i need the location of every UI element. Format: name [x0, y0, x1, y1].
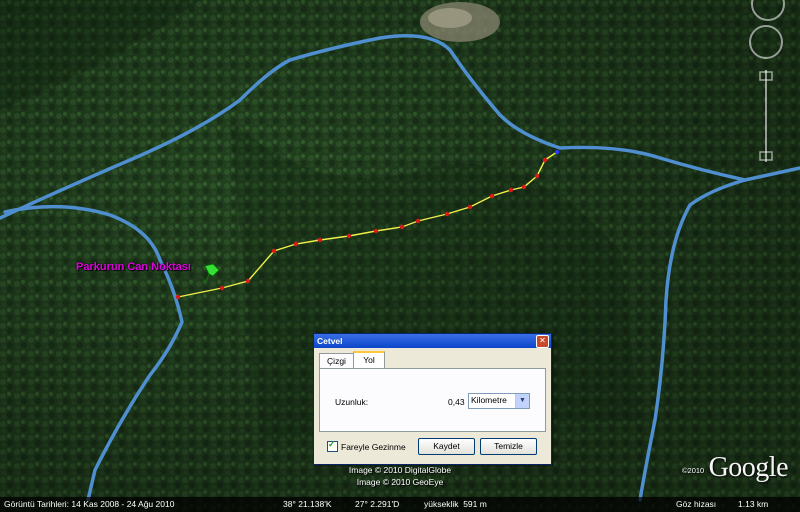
- unit-select-value: Kilometre: [471, 395, 507, 405]
- save-button[interactable]: Kaydet: [418, 438, 475, 455]
- path-waypoint: [508, 187, 514, 193]
- imagery-dates: Görüntü Tarihleri: 14 Kas 2008 - 24 Ağu …: [4, 499, 175, 509]
- path-endpoint: [554, 149, 560, 155]
- clear-button[interactable]: Temizle: [480, 438, 537, 455]
- path-waypoint: [542, 157, 548, 163]
- path-waypoint: [346, 233, 352, 239]
- path-waypoint: [271, 248, 277, 254]
- tab-line[interactable]: Çizgi: [319, 353, 354, 368]
- path-waypoint: [317, 237, 323, 243]
- eye-altitude-label: Göz hizası: [676, 499, 717, 509]
- length-value: 0,43: [448, 397, 465, 407]
- path-waypoint: [219, 285, 225, 291]
- path-waypoint: [467, 204, 473, 210]
- mouse-navigation-label[interactable]: Fareyle Gezinme: [341, 442, 406, 452]
- imagery-credit-2: Image © 2010 GeoEye: [356, 477, 444, 487]
- eye-altitude-value: 1.13 km: [738, 499, 769, 509]
- status-bar: Görüntü Tarihleri: 14 Kas 2008 - 24 Ağu …: [0, 497, 800, 512]
- path-waypoint: [175, 294, 181, 300]
- longitude: 27° 2.291'D: [355, 499, 400, 509]
- imagery-credit-1: Image © 2010 DigitalGlobe: [348, 465, 452, 475]
- path-waypoint: [415, 218, 421, 224]
- elevation: yükseklik 591 m: [424, 499, 487, 509]
- latitude: 38° 21.138'K: [283, 499, 332, 509]
- placemark-label[interactable]: Parkurun Can Noktası: [76, 261, 191, 273]
- dialog-title[interactable]: Cetvel: [314, 334, 551, 348]
- path-waypoint: [489, 193, 495, 199]
- path-waypoint: [245, 278, 251, 284]
- mouse-navigation-checkbox[interactable]: [327, 439, 338, 452]
- path-waypoint: [373, 228, 379, 234]
- tab-panel: Uzunluk: 0,43 Kilometre ▼: [319, 368, 546, 432]
- logo-year: ©2010: [682, 466, 705, 475]
- path-waypoint: [521, 184, 527, 190]
- google-logo: Google: [708, 452, 789, 483]
- ruler-dialog: Cetvel ✕ Çizgi Yol Uzunluk: 0,43 Kilomet…: [313, 333, 552, 465]
- close-icon[interactable]: ✕: [536, 335, 549, 348]
- path-waypoint: [534, 173, 540, 179]
- unit-select[interactable]: Kilometre ▼: [468, 393, 530, 409]
- path-waypoint: [444, 211, 450, 217]
- path-waypoint: [399, 224, 405, 230]
- length-label: Uzunluk:: [335, 397, 369, 407]
- path-waypoint: [293, 241, 299, 247]
- chevron-down-icon[interactable]: ▼: [515, 394, 529, 408]
